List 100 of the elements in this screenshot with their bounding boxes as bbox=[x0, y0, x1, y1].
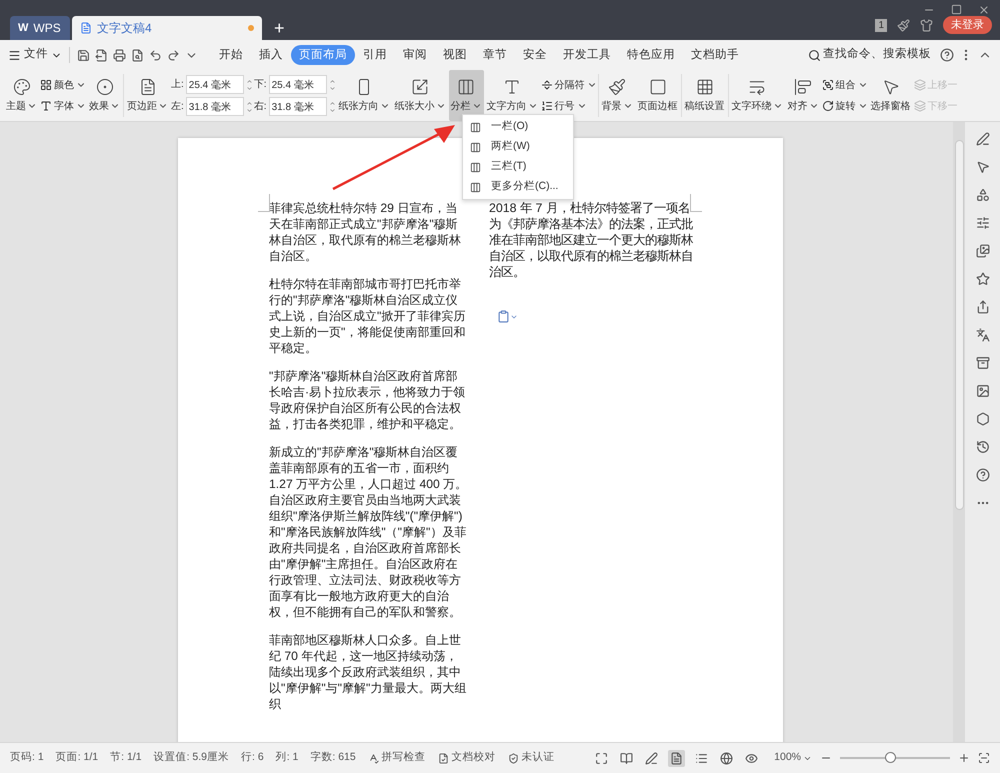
ribbon-button[interactable]: 页面边框 bbox=[636, 70, 680, 121]
fit-window-icon[interactable] bbox=[978, 752, 990, 764]
ribbon-tab[interactable]: 插入 bbox=[251, 45, 291, 65]
share-icon[interactable] bbox=[976, 300, 990, 314]
spin-up-icon[interactable] bbox=[328, 78, 336, 84]
page-view-icon bbox=[670, 752, 684, 764]
ribbon-small-button[interactable]: 分隔符 bbox=[540, 78, 597, 92]
ribbon-tab[interactable]: 安全 bbox=[515, 45, 555, 65]
zoom-slider-thumb[interactable] bbox=[884, 752, 896, 763]
view-button[interactable] bbox=[668, 750, 686, 766]
ribbon-button[interactable]: 对齐 bbox=[786, 70, 821, 121]
help-icon[interactable] bbox=[976, 468, 990, 482]
document-icon bbox=[80, 22, 92, 34]
zoom-level[interactable]: 100% bbox=[774, 750, 812, 766]
spin-down-icon[interactable] bbox=[246, 106, 253, 114]
status-button[interactable]: 未认证 bbox=[508, 750, 555, 766]
select-pane-icon bbox=[882, 78, 900, 96]
ribbon-small-button[interactable]: 颜色 bbox=[40, 78, 86, 92]
shapes-icon[interactable] bbox=[976, 188, 990, 202]
ribbon-tab[interactable]: 文档助手 bbox=[683, 45, 747, 65]
menu-item[interactable]: 两栏(W) bbox=[463, 137, 573, 157]
ribbon-small-button[interactable]: 行号 bbox=[540, 98, 597, 114]
login-button[interactable]: 未登录 bbox=[943, 16, 992, 34]
shirt-icon[interactable] bbox=[920, 18, 933, 32]
status-button[interactable]: 拼写检查 bbox=[368, 750, 426, 766]
ribbon-small-button[interactable]: 字体 bbox=[40, 98, 86, 114]
print-icon[interactable] bbox=[113, 48, 126, 62]
view-button[interactable] bbox=[718, 750, 736, 766]
paragraph: 新成立的"邦萨摩洛"穆斯林自治区覆盖菲南部原有的五省一市，面积约 1.27 万平方公里，人口超过 400 万。自治区政府主要官员由当地两大武装组织"摩洛伊斯兰解放阵线"("摩伊解")和"摩洛民族解放阵线"（"摩解"）及菲政府共同提名，自治区政府首席部长由"摩伊解"主席担任。自治区政府在行政管理、立法司法、财政税收等方面享有比一般地方政府更大的自治权，但不能拥有自己的军队和警察。 bbox=[269, 444, 468, 620]
book-icon bbox=[620, 752, 634, 764]
help-icon[interactable] bbox=[940, 48, 954, 62]
spin-down-icon[interactable] bbox=[328, 84, 336, 92]
status-item: 节: 1/1 bbox=[110, 750, 142, 766]
outline-icon bbox=[695, 752, 708, 764]
ribbon-button[interactable]: 分栏 bbox=[448, 70, 484, 121]
new-tab-button[interactable]: + bbox=[264, 16, 295, 40]
paragraph: 菲律宾总统杜特尔特 29 日宣布，当天在菲南部正式成立"邦萨摩洛"穆斯林自治区，取代原有的棉兰老穆斯林自治区。 bbox=[269, 200, 462, 264]
maximize-icon[interactable] bbox=[951, 4, 962, 15]
tab-title: WPS bbox=[33, 20, 61, 37]
margin-field[interactable]: 25.4 毫米 bbox=[268, 75, 327, 94]
margin-field[interactable]: 31.8 毫米 bbox=[268, 97, 327, 116]
redo-icon[interactable] bbox=[167, 48, 180, 62]
spin-up-icon[interactable] bbox=[246, 78, 253, 84]
ribbon-button[interactable]: 主题 bbox=[4, 70, 39, 121]
spin-down-icon[interactable] bbox=[328, 106, 336, 114]
sliders-icon[interactable] bbox=[976, 216, 990, 230]
zoom-in-icon[interactable] bbox=[958, 752, 970, 764]
image-icon[interactable] bbox=[976, 384, 990, 398]
ribbon-button[interactable]: 页边距 bbox=[125, 70, 170, 121]
margin-label: 上: bbox=[171, 78, 184, 92]
menu-item[interactable]: 更多分栏(C)... bbox=[463, 177, 573, 197]
ribbon-button[interactable]: 纸张方向 bbox=[336, 70, 392, 121]
ribbon-tab[interactable]: 审阅 bbox=[395, 45, 435, 65]
ribbon-tab[interactable]: 引用 bbox=[355, 45, 395, 65]
ribbon-button[interactable]: 效果 bbox=[87, 70, 122, 121]
paste-options-icon[interactable] bbox=[497, 310, 510, 323]
ribbon-tab[interactable]: 章节 bbox=[475, 45, 515, 65]
status-button[interactable]: 文档校对 bbox=[438, 750, 496, 766]
ribbon-small-button[interactable]: 组合 bbox=[822, 78, 868, 92]
close-icon[interactable] bbox=[978, 4, 990, 16]
translate-icon[interactable] bbox=[976, 328, 990, 342]
hexagon-icon[interactable] bbox=[976, 412, 990, 426]
ribbon-button[interactable]: 背景 bbox=[600, 70, 635, 121]
preview-icon[interactable] bbox=[131, 48, 144, 62]
archive-icon[interactable] bbox=[976, 356, 990, 370]
ribbon-small-button[interactable]: 旋转 bbox=[822, 98, 868, 114]
ribbon-button[interactable]: 稿纸设置 bbox=[682, 70, 727, 121]
file-menu[interactable]: 文件 bbox=[8, 46, 62, 64]
spin-up-icon[interactable] bbox=[246, 100, 253, 106]
status-item: 字数: 615 bbox=[310, 750, 356, 766]
document-tab[interactable]: 文字文稿4 bbox=[72, 16, 262, 40]
page-icon bbox=[138, 78, 156, 96]
pen-icon[interactable] bbox=[976, 132, 990, 146]
undo-icon[interactable] bbox=[149, 48, 162, 62]
command-search[interactable]: 查找命令、搜索模板 bbox=[808, 46, 931, 64]
ribbon-tab[interactable]: 特色应用 bbox=[619, 45, 683, 65]
home-tab[interactable]: W WPS bbox=[10, 16, 70, 40]
pointer-icon[interactable] bbox=[976, 160, 990, 174]
ribbon-button[interactable]: 选择窗格 bbox=[868, 70, 913, 121]
spin-down-icon[interactable] bbox=[246, 84, 253, 92]
ribbon-tab[interactable]: 视图 bbox=[435, 45, 475, 65]
margin-field[interactable]: 31.8 毫米 bbox=[186, 97, 244, 116]
images-icon[interactable] bbox=[976, 244, 990, 258]
scrollbar-thumb[interactable] bbox=[954, 140, 964, 510]
zoom-slider[interactable] bbox=[840, 752, 950, 764]
ribbon-button[interactable]: 文字环绕 bbox=[730, 70, 785, 121]
export-icon[interactable] bbox=[95, 48, 108, 62]
view-button[interactable] bbox=[643, 750, 660, 766]
save-icon[interactable] bbox=[77, 48, 90, 62]
ribbon-button[interactable]: 纸张大小 bbox=[392, 70, 448, 121]
status-item: 设置值: 5.9厘米 bbox=[154, 750, 229, 766]
status-item: 页码: 1 bbox=[10, 750, 44, 766]
menu-item[interactable]: 三栏(T) bbox=[463, 157, 573, 177]
history-icon[interactable] bbox=[976, 440, 990, 454]
ribbon-tab[interactable]: 开发工具 bbox=[555, 45, 619, 65]
ribbon-tab[interactable]: 开始 bbox=[211, 45, 251, 65]
margin-field[interactable]: 25.4 毫米 bbox=[186, 75, 244, 94]
eye-icon bbox=[745, 752, 758, 764]
spin-up-icon[interactable] bbox=[328, 100, 336, 106]
star-icon[interactable] bbox=[976, 272, 990, 286]
